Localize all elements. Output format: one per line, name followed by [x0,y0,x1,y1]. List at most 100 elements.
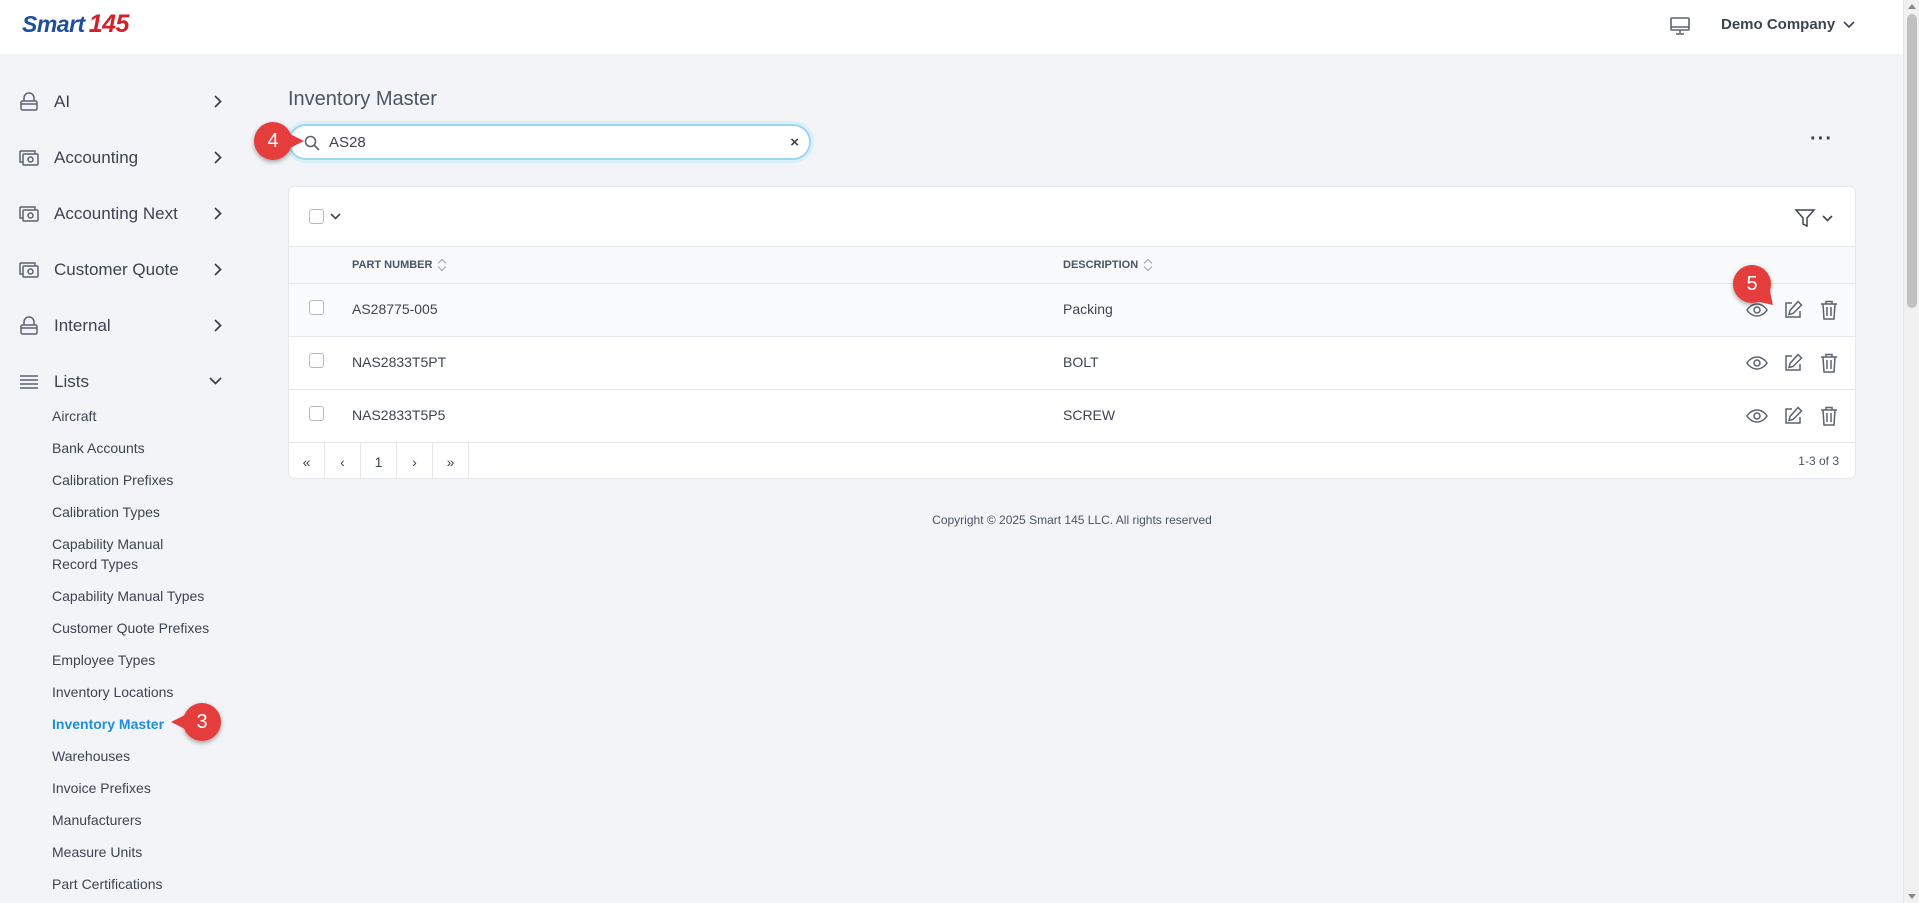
chevron-down-icon [209,377,222,385]
sidebar-subitem-invoice-prefixes[interactable]: Invoice Prefixes [52,778,151,798]
filter-icon[interactable] [1794,207,1816,229]
more-options-button[interactable]: ··· [1810,128,1833,151]
first-page-button[interactable]: « [289,443,325,478]
clear-search-button[interactable]: × [790,134,799,151]
sidebar-item-lists[interactable]: Lists [18,366,222,398]
money-icon [18,148,40,168]
sidebar-item-internal[interactable]: Internal [18,310,222,342]
sidebar-item-label: Accounting Next [54,204,178,223]
scroll-up-arrow-icon[interactable] [1908,4,1916,9]
company-name: Demo Company [1721,16,1836,33]
scroll-down-arrow-icon[interactable] [1908,894,1916,899]
select-all-control[interactable] [309,209,341,224]
row-checkbox[interactable] [309,353,324,368]
row-checkbox[interactable] [309,406,324,421]
annotation-marker-3: 3 [171,703,221,741]
sidebar-subitem-customer-quote-prefixes[interactable]: Customer Quote Prefixes [52,618,209,638]
pagination-info: 1-3 of 3 [1798,454,1839,468]
pagination: « ‹ 1 › » 1-3 of 3 [289,443,1855,478]
description-cell: BOLT [1063,354,1099,370]
delete-icon[interactable] [1817,351,1841,375]
company-selector[interactable]: Demo Company [1721,16,1855,33]
sidebar-subitem-label-line2: Record Types [52,556,139,572]
list-icon [18,372,40,392]
part-number-cell: NAS2833T5PT [352,354,447,370]
part-number-cell: NAS2833T5P5 [352,407,446,423]
chevron-right-icon [214,207,222,220]
page-scrollbar[interactable] [1903,0,1919,903]
page-title: Inventory Master [288,88,437,110]
sidebar-subitem-inventory-master[interactable]: Inventory Master [52,714,164,734]
sort-icon[interactable] [1144,259,1152,271]
row-checkbox[interactable] [309,300,324,315]
filter-control[interactable] [1794,207,1833,229]
money-icon [18,260,40,280]
chevron-right-icon [214,319,222,332]
lock-icon [18,92,40,112]
row-actions [1745,351,1841,375]
prev-page-button[interactable]: ‹ [325,443,361,478]
view-icon[interactable] [1745,351,1769,375]
search-input[interactable]: AS28 × [288,124,811,160]
sidebar-subitem-employee-types[interactable]: Employee Types [52,650,155,670]
edit-icon[interactable] [1781,351,1805,375]
sidebar-subitem-capability-manual-record-types[interactable]: Capability Manual Record Types [52,534,163,574]
search-icon [304,135,320,156]
delete-icon[interactable] [1817,404,1841,428]
sidebar-item-label: Lists [54,372,89,391]
select-all-checkbox[interactable] [309,209,324,224]
edit-icon[interactable] [1781,404,1805,428]
sidebar: AI Accounting Accounting Next Customer Q… [0,54,240,903]
search-value: AS28 [329,134,366,151]
chevron-right-icon [214,263,222,276]
sidebar-item-accounting[interactable]: Accounting [18,142,222,174]
delete-icon[interactable] [1817,298,1841,322]
last-page-button[interactable]: » [433,443,469,478]
sidebar-subitem-inventory-locations[interactable]: Inventory Locations [52,682,173,702]
chevron-down-icon [1843,20,1855,28]
sidebar-subitem-manufacturers[interactable]: Manufacturers [52,810,141,830]
table-header: PART NUMBER DESCRIPTION [289,247,1855,284]
column-header-description[interactable]: DESCRIPTION [1063,259,1152,271]
pagination-buttons: « ‹ 1 › » [289,443,469,478]
sidebar-item-label: Internal [54,316,111,335]
top-bar: Smart 145 Demo Company [0,0,1903,54]
chevron-right-icon [214,151,222,164]
next-page-button[interactable]: › [397,443,433,478]
sidebar-subitem-label-line1: Capability Manual [52,536,164,552]
chevron-down-icon[interactable] [330,213,341,220]
table-row[interactable]: NAS2833T5PT BOLT [289,337,1855,390]
sidebar-subitem-calibration-prefixes[interactable]: Calibration Prefixes [52,470,173,490]
column-header-part-number[interactable]: PART NUMBER [352,259,446,271]
edit-icon[interactable] [1781,298,1805,322]
sidebar-subitem-warehouses[interactable]: Warehouses [52,746,130,766]
monitor-icon[interactable] [1668,14,1692,38]
chevron-down-icon[interactable] [1822,214,1833,222]
table-row[interactable]: AS28775-005 Packing [289,284,1855,337]
column-header-label: DESCRIPTION [1063,259,1139,271]
page-number-button[interactable]: 1 [361,443,397,478]
chevron-right-icon [214,95,222,108]
lock-icon [18,316,40,336]
description-cell: SCREW [1063,407,1116,423]
annotation-marker-4: 4 [254,122,304,160]
copyright-text: Copyright © 2025 Smart 145 LLC. All righ… [932,513,1212,527]
scrollbar-thumb[interactable] [1907,14,1917,308]
sidebar-subitem-capability-manual-types[interactable]: Capability Manual Types [52,586,204,606]
sidebar-subitem-aircraft[interactable]: Aircraft [52,406,96,426]
view-icon[interactable] [1745,404,1769,428]
sidebar-subitem-bank-accounts[interactable]: Bank Accounts [52,438,145,458]
table-toolbar [289,187,1855,247]
row-actions [1745,404,1841,428]
sidebar-item-label: Accounting [54,148,139,167]
sort-icon[interactable] [438,259,446,271]
sidebar-subitem-measure-units[interactable]: Measure Units [52,842,142,862]
sidebar-subitem-calibration-types[interactable]: Calibration Types [52,502,160,522]
sidebar-subitem-part-certifications[interactable]: Part Certifications [52,874,162,894]
app-logo[interactable]: Smart 145 [22,10,129,42]
table-row[interactable]: NAS2833T5P5 SCREW [289,390,1855,443]
part-number-cell: AS28775-005 [352,301,438,317]
sidebar-item-customer-quote[interactable]: Customer Quote [18,254,222,286]
sidebar-item-ai[interactable]: AI [18,86,222,118]
sidebar-item-accounting-next[interactable]: Accounting Next [18,198,222,230]
